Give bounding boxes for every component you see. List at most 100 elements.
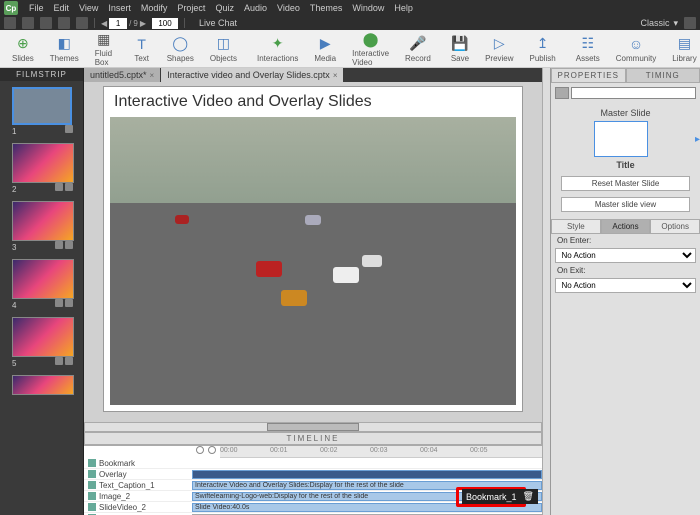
image-icon (88, 492, 96, 500)
trash-icon[interactable]: 🗑 (523, 491, 534, 502)
video-icon (88, 503, 96, 511)
save-icon: 💾 (451, 35, 469, 53)
menu-edit[interactable]: Edit (49, 3, 75, 13)
community-button[interactable]: ☺Community (608, 35, 664, 63)
master-slide-thumbnail[interactable] (594, 121, 648, 157)
document-tabs: untitled5.cptx*× Interactive video and O… (84, 68, 542, 82)
master-slide-view-button[interactable]: Master slide view (561, 197, 689, 212)
interactions-button[interactable]: ✦Interactions (249, 35, 306, 63)
slide-video-frame (110, 117, 516, 405)
onexit-select[interactable]: No Action (555, 278, 695, 293)
menu-view[interactable]: View (74, 3, 103, 13)
onenter-select[interactable]: No Action (555, 248, 695, 263)
slides-button[interactable]: ⊕Slides (4, 35, 42, 63)
menu-audio[interactable]: Audio (239, 3, 272, 13)
text-button[interactable]: TText (125, 35, 159, 63)
filmstrip-slide-5[interactable]: 5 (8, 317, 75, 369)
menu-video[interactable]: Video (272, 3, 305, 13)
timeline-header: TIMELINE (84, 432, 542, 445)
media-icon: ▶ (316, 35, 334, 53)
mail-icon[interactable] (76, 17, 88, 29)
save-button[interactable]: 💾Save (443, 35, 477, 63)
filmstrip-slide-1[interactable]: 1 (8, 87, 75, 137)
preview-icon: ▷ (490, 35, 508, 53)
slide-title-text: Interactive Video and Overlay Slides (114, 93, 372, 111)
fluidbox-button[interactable]: ▦Fluid Box (87, 30, 121, 67)
interactions-icon: ✦ (269, 35, 287, 53)
menu-help[interactable]: Help (389, 3, 418, 13)
track-overlay[interactable]: Overlay (84, 469, 542, 480)
bookmark-tooltip[interactable]: Bookmark_1 🗑 (462, 489, 538, 504)
filmstrip-slide-3[interactable]: 3 (8, 201, 75, 253)
assets-button[interactable]: ☷Assets (568, 35, 608, 63)
shapes-button[interactable]: ◯Shapes (159, 35, 202, 63)
paste-icon[interactable] (58, 17, 70, 29)
community-icon: ☺ (627, 35, 645, 53)
timeline-ruler[interactable]: 00:00 00:01 00:02 00:03 00:04 00:05 (220, 446, 542, 458)
onexit-label: On Exit: (551, 264, 700, 277)
subtab-actions[interactable]: Actions (601, 219, 651, 234)
onenter-label: On Enter: (551, 234, 700, 247)
live-chat-link[interactable]: Live Chat (199, 18, 237, 28)
slide-stage[interactable]: Interactive Video and Overlay Slides (84, 82, 542, 422)
slide-canvas[interactable]: Interactive Video and Overlay Slides (103, 86, 523, 412)
new-icon[interactable] (4, 17, 16, 29)
workspace-selector[interactable]: Classic ▾ (640, 18, 678, 29)
reset-master-slide-button[interactable]: Reset Master Slide (561, 176, 689, 191)
preview-button[interactable]: ▷Preview (477, 35, 521, 63)
interactive-video-button[interactable]: ⬤Interactive Video (344, 30, 397, 67)
record-button[interactable]: 🎤Record (397, 35, 439, 63)
text-icon (88, 481, 96, 489)
bookmark-label: Bookmark_1 (466, 492, 517, 502)
origin-selector[interactable] (555, 87, 696, 101)
library-button[interactable]: ▤Library (664, 35, 700, 63)
themes-button[interactable]: ◧Themes (42, 35, 87, 63)
page-prev-icon[interactable]: ◀ (101, 19, 107, 28)
horizontal-scrollbar[interactable] (84, 422, 542, 432)
slide-badge-icon (65, 125, 73, 133)
page-number-input[interactable]: 1 (109, 18, 127, 29)
filmstrip-slide-2[interactable]: 2 (8, 143, 75, 195)
close-icon[interactable]: × (333, 71, 338, 80)
menu-bar: Cp File Edit View Insert Modify Project … (0, 0, 700, 16)
layout-icon[interactable] (684, 17, 696, 29)
objects-icon: ◫ (214, 35, 232, 53)
track-visibility-controls[interactable] (192, 446, 220, 458)
subtab-style[interactable]: Style (551, 219, 601, 234)
publish-button[interactable]: ↥Publish (522, 35, 564, 63)
zoom-input[interactable]: 100 (152, 18, 178, 29)
lock-icon[interactable] (208, 446, 216, 454)
menu-project[interactable]: Project (172, 3, 210, 13)
master-slide-header: Master Slide (551, 108, 700, 118)
menu-file[interactable]: File (24, 3, 49, 13)
filmstrip-slide-6[interactable] (8, 375, 75, 395)
assets-icon: ☷ (579, 35, 597, 53)
subtab-options[interactable]: Options (650, 219, 700, 234)
media-button[interactable]: ▶Media (306, 35, 344, 63)
tab-timing[interactable]: TIMING (626, 68, 700, 83)
menu-insert[interactable]: Insert (103, 3, 136, 13)
vertical-scrollbar[interactable] (542, 68, 550, 515)
properties-panel: PROPERTIES TIMING Master Slide ▸ Title R… (550, 68, 700, 515)
filmstrip-header: FILMSTRIP (0, 68, 83, 81)
menu-window[interactable]: Window (347, 3, 389, 13)
toolbar-separator (184, 18, 185, 28)
chevron-down-icon[interactable]: ▸ (695, 134, 700, 145)
title-header: Title (551, 160, 700, 170)
copy-icon[interactable] (40, 17, 52, 29)
filmstrip-slide-4[interactable]: 4 (8, 259, 75, 311)
open-icon[interactable] (22, 17, 34, 29)
menu-themes[interactable]: Themes (305, 3, 348, 13)
eye-icon[interactable] (196, 446, 204, 454)
objects-button[interactable]: ◫Objects (202, 35, 245, 63)
track-bookmark[interactable]: Bookmark (84, 458, 542, 469)
tab-untitled[interactable]: untitled5.cptx*× (84, 68, 160, 82)
menu-modify[interactable]: Modify (136, 3, 173, 13)
tab-properties[interactable]: PROPERTIES (551, 68, 626, 83)
toolbar-separator (94, 18, 95, 28)
page-total: 9 (133, 19, 137, 28)
close-icon[interactable]: × (150, 71, 155, 80)
tab-interactive-video[interactable]: Interactive video and Overlay Slides.cpt… (161, 68, 343, 82)
menu-quiz[interactable]: Quiz (210, 3, 239, 13)
page-next-icon[interactable]: ▶ (140, 19, 146, 28)
